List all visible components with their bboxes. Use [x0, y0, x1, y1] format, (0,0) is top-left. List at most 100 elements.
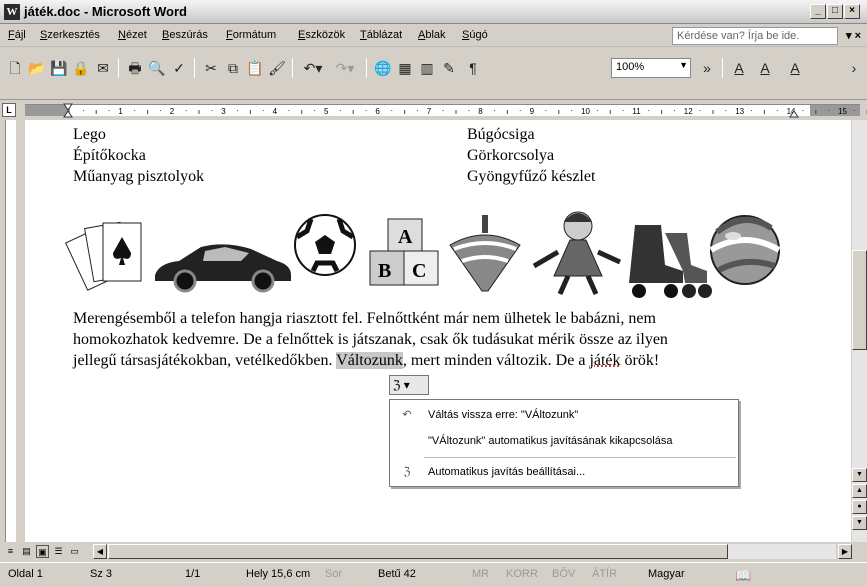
font-color-icon[interactable]: A — [780, 57, 810, 79]
menu-edit[interactable]: Szerkesztés — [40, 29, 100, 41]
status-overtype[interactable]: ÁTÍR — [592, 568, 617, 580]
toolbar-more-icon[interactable]: › — [845, 57, 863, 79]
paragraph-text: , mert minden változik. De a — [402, 352, 590, 369]
ruler-tick — [828, 110, 830, 111]
menu-bar: Fájl Szerkesztés Nézet Beszúrás Formátum… — [0, 25, 867, 47]
menu-file[interactable]: Fájl — [8, 29, 26, 41]
zoom-select[interactable]: 100% ▼ — [611, 58, 691, 78]
redo-icon[interactable]: ↷▾ — [330, 57, 360, 79]
copy-icon[interactable]: ⧉ — [222, 57, 244, 79]
ruler-tick — [108, 110, 110, 111]
paste-icon[interactable]: 📋 — [244, 57, 266, 79]
print-icon[interactable]: 🖶 — [124, 57, 146, 79]
menu-separator — [424, 457, 736, 458]
status-track-changes[interactable]: KORR — [506, 568, 538, 580]
highlight-icon[interactable]: A — [754, 57, 776, 79]
save-icon[interactable]: 💾 — [48, 57, 70, 79]
drawing-icon[interactable]: ✎ — [438, 57, 460, 79]
standard-toolbar: 🗋 📂 💾 🔒 ✉ 🖶 🔍 ✓ ✂ ⧉ 📋 🖌 ↶▾ ↷▾ 🌐 ▦ ▥ ✎ ¶ … — [0, 48, 867, 100]
hyperlink-icon[interactable]: 🌐 — [372, 57, 394, 79]
paragraph-line-3: jellegű társasjátékokban, vetélkedőkben.… — [73, 352, 659, 370]
undo-autocorrect-item[interactable]: ↶ Váltás vissza erre: "VÁltozunk" — [390, 404, 738, 426]
status-language[interactable]: Magyar — [648, 568, 685, 580]
ruler-tick — [802, 110, 804, 111]
svg-text:A: A — [398, 226, 413, 248]
status-macro-record[interactable]: MR — [472, 568, 489, 580]
spinning-top-image — [449, 215, 521, 292]
scroll-right-button[interactable]: ▶ — [838, 544, 852, 559]
cut-icon[interactable]: ✂ — [200, 57, 222, 79]
spelling-flag-word[interactable]: játék — [589, 352, 620, 369]
show-formatting-icon[interactable]: ¶ — [462, 57, 484, 79]
ruler-tick — [596, 110, 598, 111]
document-close-icon[interactable]: ▾ × — [846, 29, 861, 42]
menu-insert[interactable]: Beszúrás — [162, 29, 208, 41]
autocorrect-options-button[interactable]: ℨ ▾ — [389, 375, 429, 395]
autocorrected-word[interactable]: Változunk — [336, 352, 403, 369]
maximize-button[interactable]: □ — [827, 4, 843, 19]
soccer-ball-image — [294, 214, 356, 276]
browse-object-button[interactable]: ● — [852, 500, 867, 514]
font-grow-icon[interactable]: A — [728, 57, 750, 79]
reading-view-icon[interactable]: ▭ — [68, 545, 81, 558]
menu-item-label: Automatikus javítás beállításai... — [428, 466, 586, 478]
ruler-tick-label: 3 — [221, 107, 226, 116]
menu-table[interactable]: Táblázat — [360, 29, 402, 41]
menu-format[interactable]: Formátum — [226, 29, 276, 41]
normal-view-icon[interactable]: ≡ — [4, 545, 17, 558]
ruler-tick — [159, 110, 161, 111]
horizontal-scrollbar[interactable]: ≡ ▤ ▣ ☰ ▭ ◀ ▶ — [0, 543, 867, 560]
permission-icon[interactable]: 🔒 — [70, 57, 92, 79]
spelling-status-icon[interactable]: 📖 — [735, 568, 751, 584]
undo-icon[interactable]: ↶▾ — [298, 57, 328, 79]
status-extend[interactable]: BŐV — [552, 568, 575, 580]
ruler-tick — [442, 110, 444, 111]
previous-page-button[interactable]: ▲ — [852, 484, 867, 498]
roller-skates-image — [629, 225, 712, 298]
vertical-scrollbar[interactable]: ▼ ▲ ● ▼ — [852, 120, 867, 542]
email-icon[interactable]: ✉ — [92, 57, 114, 79]
spelling-icon[interactable]: ✓ — [168, 57, 190, 79]
list-item: Lego — [73, 126, 106, 143]
menu-help[interactable]: Súgó — [462, 29, 488, 41]
menu-view[interactable]: Nézet — [118, 29, 147, 41]
print-preview-icon[interactable]: 🔍 — [146, 57, 168, 79]
print-layout-view-icon[interactable]: ▣ — [36, 545, 49, 558]
ruler-tick-label: 11 — [632, 107, 641, 116]
ruler-tick-label: 4 — [273, 107, 278, 116]
next-page-button[interactable]: ▼ — [852, 516, 867, 530]
ruler-tick — [506, 110, 508, 114]
menu-tools[interactable]: Eszközök — [298, 29, 345, 41]
ruler-tick — [776, 110, 778, 111]
list-item: Búgócsiga — [467, 126, 535, 143]
close-button[interactable]: × — [844, 4, 860, 19]
chevron-down-icon: ▼ — [679, 60, 688, 70]
vertical-scroll-thumb[interactable] — [852, 250, 867, 350]
web-view-icon[interactable]: ▤ — [20, 545, 33, 558]
table-icon[interactable]: ▦ — [394, 57, 416, 79]
scroll-left-button[interactable]: ◀ — [93, 544, 107, 559]
help-search-input[interactable]: Kérdése van? Írja be ide. — [672, 27, 838, 45]
open-folder-icon[interactable]: 📂 — [26, 57, 48, 79]
ruler-tick — [262, 110, 264, 111]
ruler-tick — [494, 110, 496, 111]
stop-autocorrect-item[interactable]: "VÁltozunk" automatikus javításának kika… — [390, 430, 738, 452]
horizontal-scroll-thumb[interactable] — [108, 544, 728, 559]
ruler-tick — [82, 110, 84, 111]
list-item: Műanyag pisztolyok — [73, 168, 205, 185]
columns-icon[interactable]: ▥ — [416, 57, 438, 79]
horizontal-ruler[interactable]: L 1234567891011121314151617 — [0, 101, 867, 119]
list-item: Építőkocka — [73, 147, 146, 164]
autocorrect-settings-item[interactable]: ℨ Automatikus javítás beállításai... — [390, 461, 738, 483]
ruler-tick — [815, 110, 817, 114]
new-document-icon[interactable]: 🗋 — [4, 57, 26, 79]
outline-view-icon[interactable]: ☰ — [52, 545, 65, 558]
scroll-down-button[interactable]: ▼ — [852, 468, 867, 482]
menu-window[interactable]: Ablak — [418, 29, 446, 41]
ruler-tick — [416, 110, 418, 111]
toolbar-options-icon[interactable]: » — [696, 57, 718, 79]
ruler-tick-label: 1 — [118, 107, 123, 116]
minimize-button[interactable]: _ — [810, 4, 826, 19]
format-painter-icon[interactable]: 🖌 — [266, 57, 288, 79]
word-app-icon[interactable]: W — [4, 4, 20, 20]
